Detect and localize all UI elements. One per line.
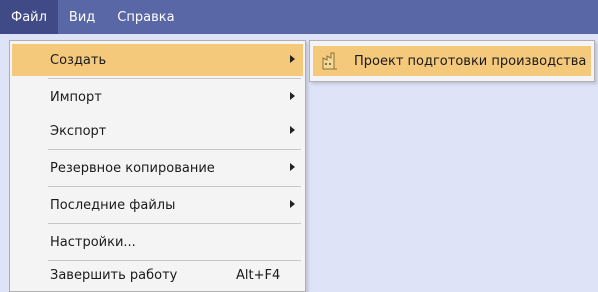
- menu-item-export[interactable]: Экспорт: [12, 115, 303, 147]
- submenu-arrow-icon: [290, 163, 295, 171]
- menu-item-label: Настройки...: [50, 234, 136, 250]
- menu-item-label: Завершить работу: [50, 267, 178, 283]
- menu-bar: Файл Вид Справка: [0, 0, 598, 34]
- submenu-arrow-icon: [290, 200, 295, 208]
- menu-help[interactable]: Справка: [106, 0, 185, 34]
- file-dropdown-menu: Создать Импорт Экспорт Резервное копиров…: [9, 40, 306, 292]
- menu-view[interactable]: Вид: [58, 0, 106, 34]
- submenu-arrow-icon: [290, 55, 295, 63]
- submenu-arrow-icon: [290, 126, 295, 134]
- submenu-arrow-icon: [290, 92, 295, 100]
- menu-file[interactable]: Файл: [0, 0, 58, 34]
- create-submenu: Проект подготовки производства: [309, 40, 595, 82]
- submenu-item-production-project[interactable]: Проект подготовки производства: [313, 46, 591, 76]
- menu-item-label: Резервное копирование: [50, 160, 215, 176]
- menu-separator: [48, 149, 301, 150]
- menu-separator: [48, 186, 301, 187]
- menu-separator: [48, 78, 301, 79]
- menu-item-backup[interactable]: Резервное копирование: [12, 152, 303, 184]
- menu-item-import[interactable]: Импорт: [12, 81, 303, 113]
- menu-item-create[interactable]: Создать: [12, 44, 303, 76]
- menu-item-label: Экспорт: [50, 123, 107, 139]
- shortcut-label: Alt+F4: [236, 267, 281, 283]
- factory-document-icon: [322, 52, 338, 70]
- menu-separator: [48, 223, 301, 224]
- submenu-item-label: Проект подготовки производства: [354, 53, 587, 69]
- menu-item-exit[interactable]: Завершить работу Alt+F4: [12, 259, 303, 291]
- menu-item-label: Импорт: [50, 89, 102, 105]
- menu-item-label: Последние файлы: [50, 197, 176, 213]
- menu-item-label: Создать: [50, 52, 107, 68]
- menu-item-settings[interactable]: Настройки...: [12, 226, 303, 258]
- menu-item-recent-files[interactable]: Последние файлы: [12, 189, 303, 221]
